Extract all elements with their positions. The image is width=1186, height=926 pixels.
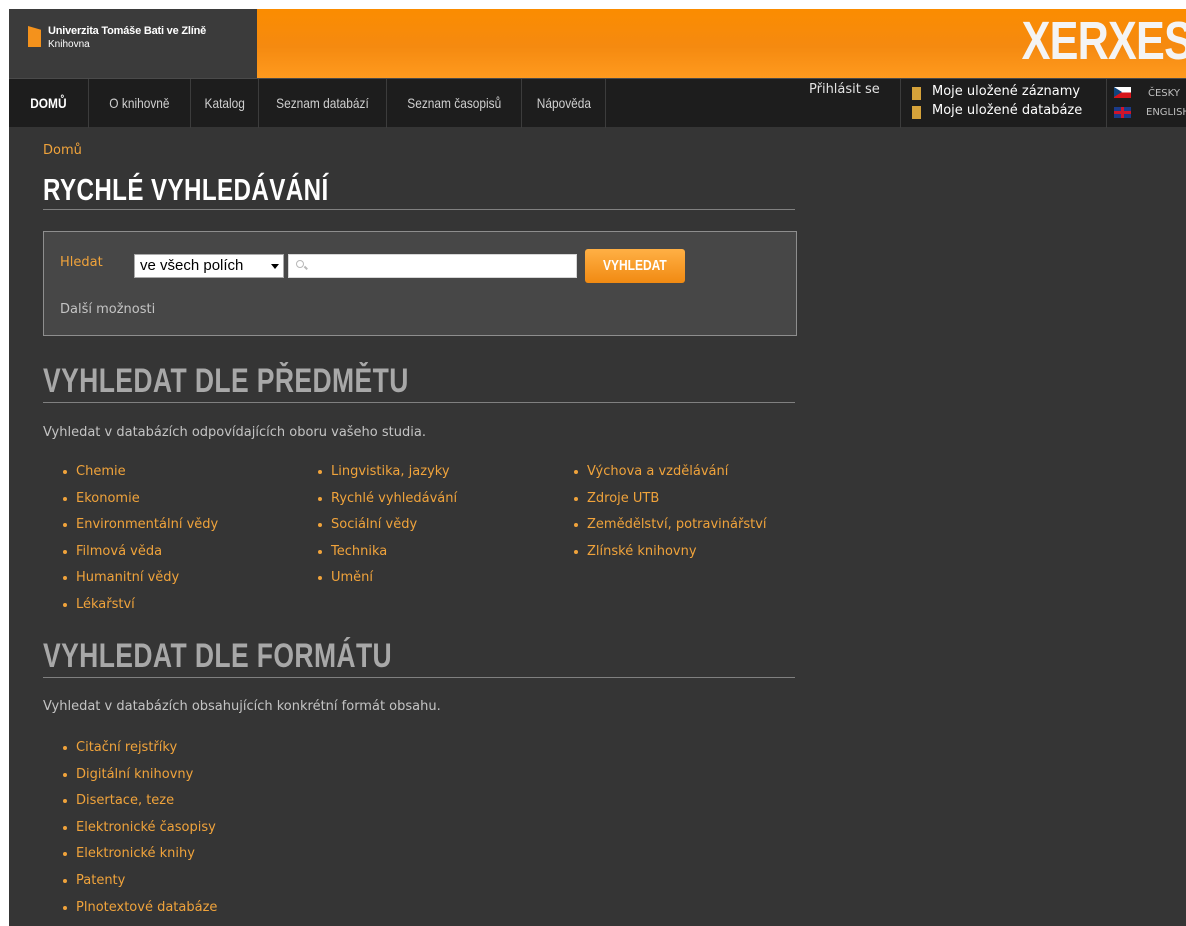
saved-records-link[interactable]: Moje uložené záznamy (932, 84, 1080, 99)
subject-link[interactable]: Lingvistika, jazyky (316, 464, 457, 491)
divider (43, 402, 795, 403)
nav-item-catalog[interactable]: Katalog (191, 79, 259, 128)
subject-link[interactable]: Technika (316, 544, 457, 571)
subject-link[interactable]: Lékařství (61, 597, 218, 624)
format-link[interactable]: Elektronické časopisy (61, 820, 217, 847)
subject-link[interactable]: Environmentální vědy (61, 517, 218, 544)
breadcrumb[interactable]: Domů (43, 143, 82, 158)
divider (43, 677, 795, 678)
format-search-title: VYHLEDAT DLE FORMÁTU (43, 637, 393, 675)
subject-link[interactable]: Výchova a vzdělávání (572, 464, 767, 491)
format-link[interactable]: Plnotextové databáze (61, 900, 217, 926)
format-search-description: Vyhledat v databázích obsahujících konkr… (43, 699, 441, 714)
format-link[interactable]: Elektronické knihy (61, 846, 217, 873)
nav-divider (1106, 79, 1107, 128)
subject-link[interactable]: Umění (316, 570, 457, 597)
library-name: Knihovna (48, 39, 90, 50)
subject-link[interactable]: Rychlé vyhledávání (316, 491, 457, 518)
subject-link[interactable]: Humanitní vědy (61, 570, 218, 597)
nav-divider (900, 79, 901, 128)
subject-list-column-1: Chemie Ekonomie Environmentální vědy Fil… (61, 464, 218, 624)
subject-search-description: Vyhledat v databázích odpovídajících obo… (43, 425, 426, 440)
main-nav: DOMŮ O knihovně Katalog Seznam databází … (9, 78, 1186, 128)
saved-databases-icon (912, 106, 921, 119)
nav-item-database-list[interactable]: Seznam databází (259, 79, 387, 128)
nav-item-about-library[interactable]: O knihovně (89, 79, 191, 128)
utb-logo-icon (28, 26, 41, 47)
subject-link[interactable]: Ekonomie (61, 491, 218, 518)
subject-link[interactable]: Zdroje UTB (572, 491, 767, 518)
more-options-link[interactable]: Další možnosti (60, 302, 155, 317)
chevron-down-icon (271, 264, 279, 269)
format-link[interactable]: Citační rejstříky (61, 740, 217, 767)
header: Univerzita Tomáše Bati ve Zlíně Knihovna… (9, 9, 1186, 78)
subject-search-title: VYHLEDAT DLE PŘEDMĚTU (43, 362, 409, 400)
subject-link[interactable]: Zlínské knihovny (572, 544, 767, 571)
search-button[interactable]: VYHLEDAT (585, 249, 685, 283)
format-link[interactable]: Digitální knihovny (61, 767, 217, 794)
page-frame: Univerzita Tomáše Bati ve Zlíně Knihovna… (9, 9, 1186, 926)
nav-item-home[interactable]: DOMŮ (9, 79, 89, 128)
format-link[interactable]: Patenty (61, 873, 217, 900)
subject-list-column-3: Výchova a vzdělávání Zdroje UTB Zeměděls… (572, 464, 767, 570)
format-link[interactable]: Disertace, teze (61, 793, 217, 820)
saved-records-icon (912, 87, 921, 100)
lang-english-link[interactable]: ENGLISH (1146, 107, 1186, 118)
search-label: Hledat (60, 255, 103, 270)
institution-name: Univerzita Tomáše Bati ve Zlíně (48, 25, 207, 37)
nav-item-journal-list[interactable]: Seznam časopisů (387, 79, 522, 128)
nav-item-help[interactable]: Nápověda (522, 79, 606, 128)
subject-link[interactable]: Sociální vědy (316, 517, 457, 544)
subject-list-column-2: Lingvistika, jazyky Rychlé vyhledávání S… (316, 464, 457, 597)
search-icon (296, 260, 304, 268)
saved-databases-link[interactable]: Moje uložené databáze (932, 103, 1089, 118)
divider (43, 209, 795, 210)
subject-link[interactable]: Filmová věda (61, 544, 218, 571)
search-field-select[interactable]: ve všech polích (134, 254, 284, 278)
uk-flag-icon[interactable] (1114, 107, 1131, 118)
header-band: XERXES (257, 9, 1186, 78)
search-field-value: ve všech polích (140, 257, 244, 274)
login-link[interactable]: Přihlásit se (809, 82, 880, 97)
lang-czech-link[interactable]: ČESKY (1148, 88, 1180, 99)
subject-link[interactable]: Zemědělství, potravinářství (572, 517, 767, 544)
quick-search-title: RYCHLÉ VYHLEDÁVÁNÍ (43, 172, 329, 207)
university-logo[interactable]: Univerzita Tomáše Bati ve Zlíně Knihovna (9, 9, 257, 78)
subject-link[interactable]: Chemie (61, 464, 218, 491)
search-input[interactable] (288, 254, 577, 278)
format-list: Citační rejstříky Digitální knihovny Dis… (61, 740, 217, 926)
czech-flag-icon[interactable] (1114, 87, 1131, 98)
quick-search-box: Hledat ve všech polích VYHLEDAT Další mo… (43, 231, 797, 336)
xerxes-brand: XERXES (1021, 11, 1186, 71)
